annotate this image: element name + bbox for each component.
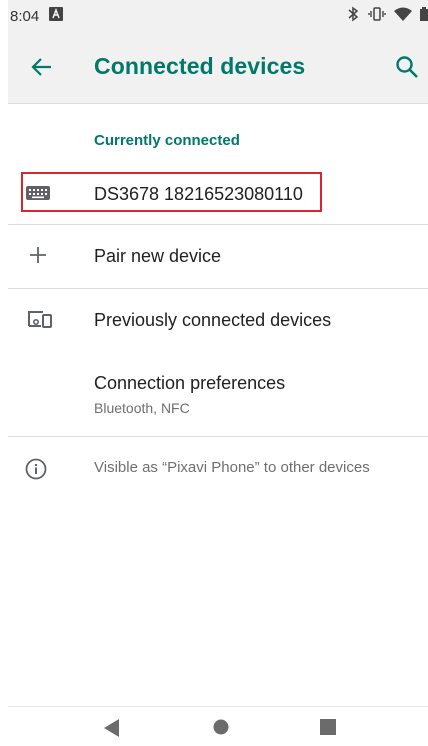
visibility-info-row: Visible as “Pixavi Phone” to other devic… — [8, 437, 428, 497]
nav-back-icon[interactable] — [104, 719, 120, 742]
nav-home-icon[interactable] — [213, 719, 229, 740]
navigation-bar — [8, 706, 428, 746]
plus-icon — [28, 245, 48, 270]
highlight-box — [21, 172, 322, 212]
notification-a-icon — [49, 7, 64, 25]
search-icon[interactable] — [394, 54, 420, 80]
previously-connected-row[interactable]: Previously connected devices — [8, 289, 428, 351]
bluetooth-icon — [346, 6, 360, 26]
info-icon — [25, 458, 47, 485]
previously-connected-label: Previously connected devices — [94, 310, 332, 330]
back-arrow-icon[interactable] — [29, 54, 55, 80]
pair-new-device-label: Pair new device — [94, 246, 222, 266]
page-title: Connected devices — [94, 53, 306, 79]
section-header-currently-connected: Currently connected — [94, 132, 240, 149]
connection-preferences-summary: Bluetooth, NFC — [94, 400, 190, 416]
nav-recents-icon[interactable] — [320, 719, 336, 740]
devices-icon — [27, 310, 53, 333]
pair-new-device-row[interactable]: Pair new device — [8, 225, 428, 288]
status-bar: 8:04 — [8, 0, 428, 32]
status-icons — [346, 0, 428, 32]
visibility-text: Visible as “Pixavi Phone” to other devic… — [94, 459, 370, 476]
connection-preferences-row[interactable]: Connection preferences Bluetooth, NFC — [8, 352, 428, 436]
phone-screen: 8:04 Connected devices Currently connect… — [8, 0, 428, 746]
battery-icon — [420, 7, 428, 25]
status-time: 8:04 — [10, 7, 40, 25]
vibrate-icon — [368, 7, 386, 25]
wifi-icon — [394, 7, 412, 25]
connection-preferences-label: Connection preferences — [94, 373, 286, 393]
app-bar: Connected devices — [8, 32, 428, 104]
